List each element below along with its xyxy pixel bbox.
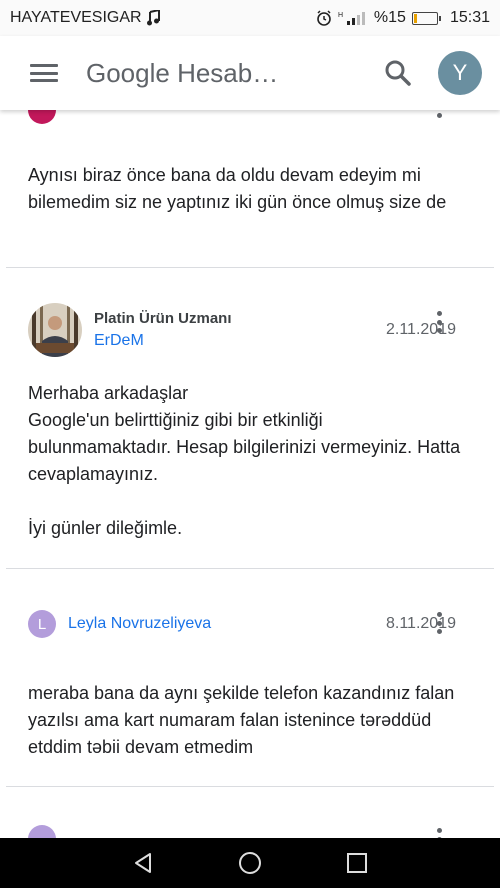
battery-level <box>413 13 417 23</box>
more-options-icon[interactable] <box>427 309 451 335</box>
author-badge: Platin Ürün Uzmanı <box>94 310 232 327</box>
previous-post-header-partial <box>28 110 56 124</box>
next-post-avatar-partial <box>28 825 56 838</box>
divider <box>6 267 494 268</box>
battery-percent: %15 <box>373 9 406 26</box>
user-photo-avatar <box>28 303 82 357</box>
app-bar: Google Hesab… Y <box>0 36 500 110</box>
music-note-icon <box>146 10 160 26</box>
alarm-icon <box>317 10 331 26</box>
status-left: HAYATEVESIGAR <box>10 9 160 27</box>
divider <box>6 786 494 787</box>
reply-body: Merhaba arkadaşlar Google'un belirttiğin… <box>28 383 461 538</box>
hamburger-menu-icon[interactable] <box>28 60 60 86</box>
search-icon[interactable] <box>378 53 418 93</box>
battery-icon <box>411 11 441 25</box>
clock: 15:31 <box>449 9 490 26</box>
author-info: Platin Ürün Uzmanı ErDeM <box>94 308 386 352</box>
more-options-icon[interactable] <box>427 826 451 838</box>
divider <box>6 568 494 569</box>
reply-header: L Leyla Novruzeliyeva 8.11.2019 <box>28 610 460 638</box>
recents-icon[interactable] <box>337 843 377 883</box>
author-name-link[interactable]: ErDeM <box>94 330 386 352</box>
author-name-link[interactable]: Leyla Novruzeliyeva <box>68 613 386 635</box>
back-icon[interactable] <box>123 843 163 883</box>
status-right: H %15 15:31 <box>316 9 490 27</box>
svg-text:H: H <box>338 12 343 19</box>
letter-avatar: L <box>28 610 56 638</box>
system-navigation-bar <box>0 838 500 888</box>
account-avatar[interactable]: Y <box>438 51 482 95</box>
thread-content: Aynısı biraz önce bana da oldu devam ede… <box>0 110 500 838</box>
reply-body: Aynısı biraz önce bana da oldu devam ede… <box>28 165 447 212</box>
more-options-icon[interactable] <box>427 610 451 636</box>
carrier-name: HAYATEVESIGAR <box>10 9 142 26</box>
home-icon[interactable] <box>230 843 270 883</box>
signal-icon: H <box>338 12 365 25</box>
reply-body: meraba bana da aynı şekilde telefon kaza… <box>28 683 455 757</box>
more-options-icon[interactable] <box>427 110 451 120</box>
reply-header: Platin Ürün Uzmanı ErDeM 2.11.2019 <box>28 303 460 357</box>
status-bar: HAYATEVESIGAR H %15 15:31 <box>0 0 500 36</box>
page-title: Google Hesab… <box>86 57 279 88</box>
author-info: Leyla Novruzeliyeva <box>68 613 386 635</box>
